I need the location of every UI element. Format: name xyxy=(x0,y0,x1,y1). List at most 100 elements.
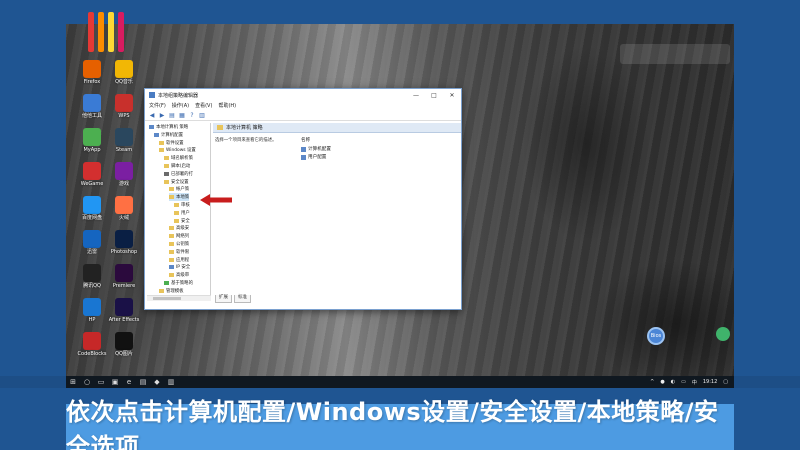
back-icon[interactable]: ◀ xyxy=(148,112,156,119)
tree-item[interactable]: 审核 xyxy=(174,201,190,209)
folder-icon xyxy=(164,179,169,184)
tree-item[interactable]: 本地计算机 策略 xyxy=(149,123,188,131)
app-shortcut-icon xyxy=(115,264,133,282)
desktop-icon[interactable]: WPS xyxy=(106,94,142,119)
close-button[interactable]: ✕ xyxy=(443,92,461,99)
title-bar[interactable]: 本地组策略编辑器 — □ ✕ xyxy=(145,89,461,101)
toolbar: ◀ ▶ ▤ ▦ ? ▥ xyxy=(145,110,461,121)
desktop-icon[interactable]: CodeBlocks xyxy=(74,332,110,357)
folder-icon xyxy=(164,156,169,161)
tree-item[interactable]: Windows 设置 xyxy=(159,146,196,154)
volume-icon[interactable]: ◐ xyxy=(671,379,675,385)
folder-icon xyxy=(169,249,174,254)
properties-icon[interactable]: ▦ xyxy=(178,112,186,119)
list-view-icon[interactable]: ▥ xyxy=(198,112,206,119)
tree-item[interactable]: 高级审 xyxy=(169,271,189,279)
desktop-icon[interactable]: 游戏 xyxy=(106,162,142,187)
desktop-icon[interactable]: 百度网盘 xyxy=(74,196,110,221)
tree-item[interactable]: 域名解析策 xyxy=(164,154,193,162)
desktop-icon[interactable]: 腾讯QQ xyxy=(74,264,110,289)
desktop-icon[interactable]: 火绒 xyxy=(106,196,142,221)
folder-icon xyxy=(169,187,174,192)
minimize-button[interactable]: — xyxy=(407,92,425,99)
folder-taskbar-icon[interactable]: ▣ xyxy=(108,376,122,388)
tree-item[interactable]: 脚本(启动 xyxy=(164,162,190,170)
tree-item[interactable]: 网络列 xyxy=(169,232,189,240)
tree-item[interactable]: 基于策略的 xyxy=(164,279,193,287)
edge-widget-icon[interactable] xyxy=(716,327,730,341)
menu-action[interactable]: 操作(A) xyxy=(172,102,189,109)
tray-expand-icon[interactable]: ^ xyxy=(650,379,654,385)
tree-horizontal-scrollbar[interactable] xyxy=(147,295,211,301)
tray-app-icon[interactable]: ● xyxy=(660,379,664,385)
tree-item[interactable]: 管理模板 xyxy=(159,287,184,295)
tree-item[interactable]: 本地策 xyxy=(169,193,190,202)
show-tree-icon[interactable]: ▤ xyxy=(168,112,176,119)
tree-item[interactable]: 用户 xyxy=(174,209,190,217)
app-shortcut-icon xyxy=(83,230,101,248)
list-header-name[interactable]: 名称 xyxy=(301,137,451,143)
tree-item-label: 审核 xyxy=(181,203,190,208)
tree-item[interactable]: 帐户策 xyxy=(169,185,189,193)
tree-item[interactable]: 安全 xyxy=(174,217,190,225)
desktop-icon[interactable]: Steam xyxy=(106,128,142,153)
tree-item[interactable]: 软件限 xyxy=(169,248,189,256)
desktop-icon-label: HP xyxy=(88,317,96,323)
app-shortcut-icon xyxy=(83,128,101,146)
app-shortcut-icon xyxy=(83,162,101,180)
desktop-icon[interactable]: QQ图片 xyxy=(106,332,142,357)
desktop-icon[interactable]: 他他工具 xyxy=(74,94,110,119)
desktop-icon[interactable]: Photoshop xyxy=(106,230,142,255)
input-method-indicator[interactable]: 中 xyxy=(692,379,697,386)
desktop-icon[interactable]: Premiere xyxy=(106,264,142,289)
tree-item-label: 已部署的打 xyxy=(171,171,193,177)
clock-time[interactable]: 19:12 xyxy=(703,379,717,385)
tree-item[interactable]: 安全设置 xyxy=(164,178,189,186)
menu-view[interactable]: 查看(V) xyxy=(195,102,212,109)
list-item-label: 计算机配置 xyxy=(308,147,331,152)
list-item-label: 用户配置 xyxy=(308,155,327,160)
store-icon[interactable]: ▤ xyxy=(136,376,150,388)
tree-item-label: 网络列 xyxy=(176,234,190,240)
tree-item[interactable]: 高级安 xyxy=(169,224,189,232)
app-taskbar-icon[interactable]: ◆ xyxy=(150,376,164,388)
desktop-icon[interactable]: WeGame xyxy=(74,162,110,187)
desktop-icon[interactable]: QQ音乐 xyxy=(106,60,142,85)
desktop-icon[interactable]: HP xyxy=(74,298,110,323)
desktop-icon[interactable]: Firefox xyxy=(74,60,110,85)
maximize-button[interactable]: □ xyxy=(425,92,443,99)
tree-item[interactable]: 已部署的打 xyxy=(164,170,193,178)
notification-icon[interactable]: ▢ xyxy=(723,379,728,385)
list-item-user-config[interactable]: 用户配置 xyxy=(301,154,451,160)
desktop-icon-label: WeGame xyxy=(80,181,104,187)
tab-extended[interactable]: 扩展 xyxy=(215,295,232,303)
help-icon[interactable]: ? xyxy=(188,112,196,119)
list-item-computer-config[interactable]: 计算机配置 xyxy=(301,146,451,152)
desktop-icon[interactable]: After Effects xyxy=(106,298,142,323)
tree-item[interactable]: 计算机配置 xyxy=(154,131,183,139)
group-policy-taskbar-icon[interactable]: ▥ xyxy=(164,376,178,388)
tree-item[interactable]: 软件设置 xyxy=(159,139,184,147)
folder-icon xyxy=(164,281,169,285)
scrollbar-thumb[interactable] xyxy=(153,297,181,300)
floating-assistant-ball[interactable]: Bios xyxy=(647,327,665,345)
folder-icon xyxy=(217,125,223,130)
task-view-icon[interactable]: ▭ xyxy=(94,376,108,388)
search-icon[interactable]: ○ xyxy=(80,376,94,388)
network-icon[interactable]: ▭ xyxy=(681,379,686,385)
forward-icon[interactable]: ▶ xyxy=(158,112,166,119)
edge-browser-icon[interactable]: e xyxy=(122,376,136,388)
menu-file[interactable]: 文件(F) xyxy=(149,102,166,109)
desktop-icon[interactable]: 迅雷 xyxy=(74,230,110,255)
tree-item[interactable]: 应用程 xyxy=(169,256,189,264)
tree-item-label: 脚本(启动 xyxy=(171,164,191,169)
desktop-icon-label: After Effects xyxy=(108,317,140,323)
desktop-icon[interactable]: MyApp xyxy=(74,128,110,153)
tree-item[interactable]: IP 安全 xyxy=(169,263,190,271)
tab-standard[interactable]: 标准 xyxy=(234,295,251,303)
tree-item[interactable]: 公钥策 xyxy=(169,240,189,248)
start-icon[interactable]: ⊞ xyxy=(66,376,80,388)
menu-help[interactable]: 帮助(H) xyxy=(218,102,236,109)
folder-icon xyxy=(169,242,174,246)
desktop-icon-label: MyApp xyxy=(83,147,101,153)
